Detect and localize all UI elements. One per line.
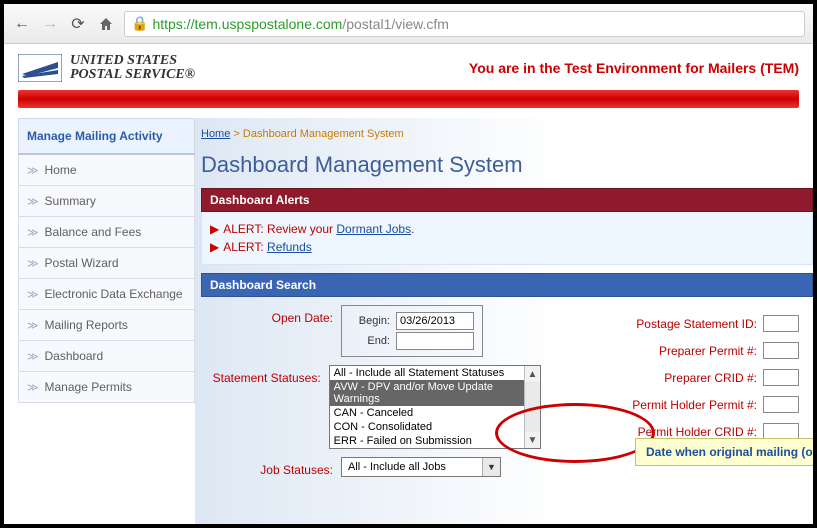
- alert-row: ▶ ALERT: Review your Dormant Jobs.: [210, 222, 804, 236]
- breadcrumb-home-link[interactable]: Home: [201, 128, 230, 140]
- chevron-right-icon: ≫: [27, 381, 39, 394]
- chevron-right-icon: ≫: [27, 164, 39, 177]
- begin-date-input[interactable]: [396, 312, 474, 330]
- chevron-right-icon: ≫: [27, 226, 39, 239]
- sidebar-item-ede[interactable]: ≫ Electronic Data Exchange: [18, 279, 195, 310]
- statement-statuses-listbox[interactable]: All - Include all Statement Statuses AVW…: [329, 365, 541, 449]
- sidebar-item-label: Summary: [45, 194, 96, 208]
- permit-holder-crid-label: Permit Holder CRID #:: [638, 425, 757, 439]
- sidebar-item-label: Dashboard: [45, 349, 104, 363]
- usps-logo: UNITED STATES POSTAL SERVICE®: [18, 54, 195, 82]
- home-button[interactable]: [96, 14, 116, 34]
- sidebar-item-postal-wizard[interactable]: ≫ Postal Wizard: [18, 248, 195, 279]
- url-path: /postal1/view.cfm: [342, 16, 449, 32]
- listbox-option[interactable]: All - Include all Statement Statuses: [330, 366, 540, 380]
- scroll-up-icon[interactable]: ▲: [525, 366, 540, 382]
- alert-prefix: ALERT:: [223, 240, 267, 254]
- sidebar-item-label: Electronic Data Exchange: [45, 287, 183, 301]
- breadcrumb-current: Dashboard Management System: [243, 128, 404, 140]
- org-name-line1: UNITED STATES: [70, 53, 177, 68]
- listbox-option[interactable]: CON - Consolidated: [330, 420, 540, 434]
- alerts-header: Dashboard Alerts: [201, 188, 813, 212]
- date-tooltip: Date when original mailing (or mailing j…: [635, 438, 813, 466]
- breadcrumb: Home > Dashboard Management System: [201, 118, 813, 146]
- scroll-down-icon[interactable]: ▼: [525, 432, 540, 448]
- sidebar-item-home[interactable]: ≫ Home: [18, 155, 195, 186]
- sidebar-item-label: Mailing Reports: [45, 318, 128, 332]
- permit-holder-permit-input[interactable]: [763, 396, 799, 413]
- sidebar-header: Manage Mailing Activity: [18, 118, 195, 155]
- begin-label: Begin:: [350, 315, 390, 327]
- chevron-down-icon[interactable]: ▼: [482, 458, 500, 476]
- sidebar-item-summary[interactable]: ≫ Summary: [18, 186, 195, 217]
- open-date-group: Begin: End:: [341, 305, 483, 357]
- url-protocol: https: [152, 16, 182, 32]
- back-button[interactable]: ←: [12, 14, 32, 34]
- chevron-right-icon: ≫: [27, 195, 39, 208]
- postage-statement-id-input[interactable]: [763, 315, 799, 332]
- permit-holder-permit-label: Permit Holder Permit #:: [632, 398, 757, 412]
- reload-button[interactable]: ⟳: [68, 14, 88, 34]
- sidebar-item-label: Balance and Fees: [45, 225, 142, 239]
- listbox-option[interactable]: AVW - DPV and/or Move Update Warnings: [330, 380, 540, 406]
- sidebar-item-dashboard[interactable]: ≫ Dashboard: [18, 341, 195, 372]
- job-statuses-select[interactable]: All - Include all Jobs ▼: [341, 457, 501, 477]
- sidebar-item-label: Home: [45, 163, 77, 177]
- url-host: ://tem.uspspostalone.com: [183, 16, 343, 32]
- alert-suffix: .: [411, 222, 414, 236]
- select-value: All - Include all Jobs: [342, 461, 482, 473]
- alert-prefix: ALERT: Review your: [223, 222, 336, 236]
- chevron-right-icon: ≫: [27, 350, 39, 363]
- open-date-label: Open Date:: [201, 305, 341, 325]
- sidebar-item-label: Postal Wizard: [45, 256, 119, 270]
- sidebar-item-manage-permits[interactable]: ≫ Manage Permits: [18, 372, 195, 403]
- listbox-option[interactable]: CAN - Canceled: [330, 406, 540, 420]
- browser-toolbar: ← → ⟳ 🔒 https://tem.uspspostalone.com/po…: [4, 4, 813, 44]
- breadcrumb-sep: >: [230, 128, 243, 140]
- search-header: Dashboard Search: [201, 273, 813, 297]
- sidebar-item-balance[interactable]: ≫ Balance and Fees: [18, 217, 195, 248]
- red-divider: [18, 90, 799, 108]
- alert-icon: ▶: [210, 240, 219, 254]
- preparer-permit-input[interactable]: [763, 342, 799, 359]
- lock-icon: 🔒: [131, 15, 148, 32]
- job-statuses-label: Job Statuses:: [201, 457, 341, 477]
- preparer-crid-input[interactable]: [763, 369, 799, 386]
- statement-statuses-label: Statement Statuses:: [201, 365, 329, 385]
- postage-statement-id-label: Postage Statement ID:: [636, 317, 757, 331]
- eagle-icon: [18, 54, 62, 82]
- sidebar-item-mailing-reports[interactable]: ≫ Mailing Reports: [18, 310, 195, 341]
- address-bar[interactable]: 🔒 https://tem.uspspostalone.com/postal1/…: [124, 11, 805, 37]
- forward-button[interactable]: →: [40, 14, 60, 34]
- alerts-box: ▶ ALERT: Review your Dormant Jobs. ▶ ALERT…: [201, 212, 813, 265]
- preparer-crid-label: Preparer CRID #:: [664, 371, 757, 385]
- alert-icon: ▶: [210, 222, 219, 236]
- chevron-right-icon: ≫: [27, 257, 39, 270]
- sidebar-item-label: Manage Permits: [45, 380, 132, 394]
- chevron-right-icon: ≫: [27, 288, 39, 301]
- dormant-jobs-link[interactable]: Dormant Jobs: [336, 222, 411, 236]
- refunds-link[interactable]: Refunds: [267, 240, 312, 254]
- end-date-input[interactable]: [396, 332, 474, 350]
- org-name-line2: POSTAL SERVICE®: [70, 67, 195, 82]
- listbox-option[interactable]: ERR - Failed on Submission: [330, 434, 540, 448]
- sidebar: Manage Mailing Activity ≫ Home ≫ Summary ≫…: [18, 118, 195, 524]
- page-header: UNITED STATES POSTAL SERVICE® You are in…: [4, 44, 813, 86]
- page-title: Dashboard Management System: [201, 146, 813, 188]
- preparer-permit-label: Preparer Permit #:: [659, 344, 757, 358]
- chevron-right-icon: ≫: [27, 319, 39, 332]
- scrollbar[interactable]: ▲ ▼: [524, 366, 540, 448]
- end-label: End:: [350, 335, 390, 347]
- alert-row: ▶ ALERT: Refunds: [210, 240, 804, 254]
- tem-banner: You are in the Test Environment for Mail…: [469, 60, 799, 76]
